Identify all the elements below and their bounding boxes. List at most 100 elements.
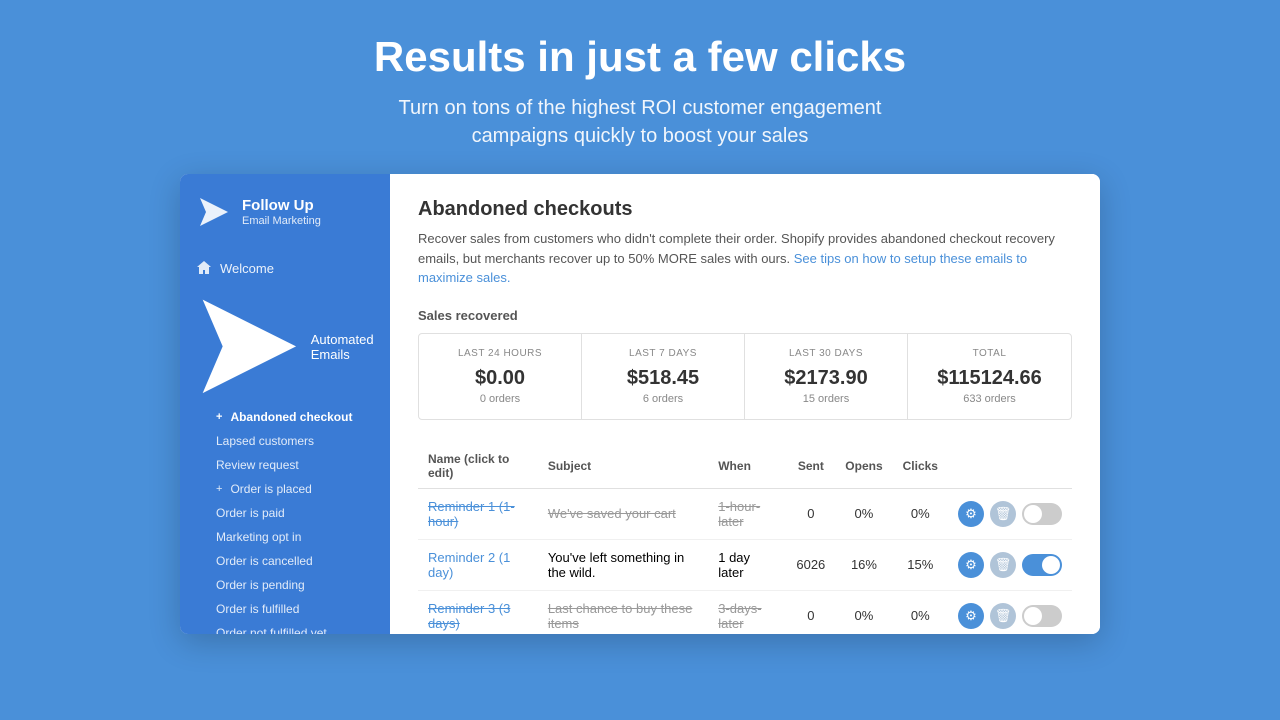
action-buttons-1: ⚙ 🗑: [958, 501, 1062, 527]
stat-value-30d: $2173.90: [761, 367, 891, 390]
delete-button-1[interactable]: 🗑: [990, 501, 1016, 527]
col-header-actions: [948, 444, 1072, 489]
stat-period-7d: LAST 7 DAYS: [598, 348, 728, 359]
settings-button-3[interactable]: ⚙: [958, 603, 984, 629]
sidebar-item-abandoned-checkout[interactable]: + Abandoned checkout: [180, 405, 390, 429]
email-name-cell-2: Reminder 2 (1 day): [418, 539, 538, 590]
main-content: Abandoned checkouts Recover sales from c…: [390, 174, 1100, 634]
hero-title: Results in just a few clicks: [374, 32, 906, 82]
clicks-3: 0%: [893, 590, 948, 634]
col-header-clicks: Clicks: [893, 444, 948, 489]
stat-value-total: $115124.66: [924, 367, 1055, 390]
toggle-2[interactable]: [1022, 554, 1062, 576]
logo-name: Follow Up: [242, 197, 321, 215]
logo-text: Follow Up Email Marketing: [242, 197, 321, 228]
stat-period-24h: LAST 24 HOURS: [435, 348, 565, 359]
settings-button-1[interactable]: ⚙: [958, 501, 984, 527]
email-name-cell: Reminder 1 (1-hour): [418, 488, 538, 539]
sidebar: Follow Up Email Marketing Welcome Automa…: [180, 174, 390, 634]
sidebar-item-order-is-pending[interactable]: Order is pending: [180, 573, 390, 597]
plus-icon: +: [216, 411, 222, 423]
table-row: Reminder 1 (1-hour) We've saved your car…: [418, 488, 1072, 539]
stat-period-total: TOTAL: [924, 348, 1055, 359]
settings-button-2[interactable]: ⚙: [958, 552, 984, 578]
stat-orders-7d: 6 orders: [598, 393, 728, 405]
sidebar-item-welcome[interactable]: Welcome: [180, 252, 390, 284]
row-actions-3: ⚙ 🗑: [948, 590, 1072, 634]
opens-3: 0%: [835, 590, 892, 634]
sidebar-logo: Follow Up Email Marketing: [180, 174, 390, 248]
plus-icon-2: +: [216, 483, 222, 495]
when-text-3: 3-days-later: [718, 601, 761, 631]
table-row: Reminder 2 (1 day) You've left something…: [418, 539, 1072, 590]
opens-2: 16%: [835, 539, 892, 590]
subject-text-2: You've left something in the wild.: [548, 550, 684, 580]
sent-count-2: 6026: [786, 539, 835, 590]
opens-1: 0%: [835, 488, 892, 539]
stats-grid: LAST 24 HOURS $0.00 0 orders LAST 7 DAYS…: [418, 333, 1072, 420]
stat-cell-24h: LAST 24 HOURS $0.00 0 orders: [419, 334, 582, 419]
stat-orders-30d: 15 orders: [761, 393, 891, 405]
when-text-2: 1 day later: [718, 550, 750, 580]
sidebar-item-order-is-cancelled[interactable]: Order is cancelled: [180, 549, 390, 573]
stat-cell-7d: LAST 7 DAYS $518.45 6 orders: [582, 334, 745, 419]
automated-emails-label: Automated Emails: [311, 332, 374, 362]
stat-cell-30d: LAST 30 DAYS $2173.90 15 orders: [745, 334, 908, 419]
email-name-link-2[interactable]: Reminder 2 (1 day): [428, 550, 510, 580]
hero-subtitle: Turn on tons of the highest ROI customer…: [374, 94, 906, 150]
stat-orders-total: 633 orders: [924, 393, 1055, 405]
email-when-cell-2: 1 day later: [708, 539, 786, 590]
sales-recovered-label: Sales recovered: [418, 308, 1072, 323]
stat-period-30d: LAST 30 DAYS: [761, 348, 891, 359]
page-description: Recover sales from customers who didn't …: [418, 229, 1072, 288]
table-row: Reminder 3 (3 days) Last chance to buy t…: [418, 590, 1072, 634]
sidebar-item-marketing-opt-in[interactable]: Marketing opt in: [180, 525, 390, 549]
sidebar-navigation: Welcome Automated Emails + Abandoned che…: [180, 248, 390, 634]
toggle-1[interactable]: [1022, 503, 1062, 525]
sidebar-item-review-request[interactable]: Review request: [180, 453, 390, 477]
home-icon: [196, 260, 212, 276]
app-window: Follow Up Email Marketing Welcome Automa…: [180, 174, 1100, 634]
sidebar-item-lapsed-customers[interactable]: Lapsed customers: [180, 429, 390, 453]
email-name-cell-3: Reminder 3 (3 days): [418, 590, 538, 634]
logo-icon: [196, 194, 232, 230]
clicks-2: 15%: [893, 539, 948, 590]
row-actions-1: ⚙ 🗑: [948, 488, 1072, 539]
welcome-label: Welcome: [220, 261, 274, 276]
logo-sub: Email Marketing: [242, 215, 321, 228]
delete-button-2[interactable]: 🗑: [990, 552, 1016, 578]
stat-value-7d: $518.45: [598, 367, 728, 390]
sidebar-item-order-is-placed[interactable]: + Order is placed: [180, 477, 390, 501]
stat-orders-24h: 0 orders: [435, 393, 565, 405]
col-header-opens: Opens: [835, 444, 892, 489]
action-buttons-3: ⚙ 🗑: [958, 603, 1062, 629]
email-when-cell-1: 1-hour-later: [708, 488, 786, 539]
email-name-link-1[interactable]: Reminder 1 (1-hour): [428, 499, 515, 529]
row-actions-2: ⚙ 🗑: [948, 539, 1072, 590]
action-buttons-2: ⚙ 🗑: [958, 552, 1062, 578]
sidebar-item-order-not-fulfilled[interactable]: Order not fulfilled yet: [180, 621, 390, 634]
col-header-subject: Subject: [538, 444, 708, 489]
email-when-cell-3: 3-days-later: [708, 590, 786, 634]
stat-value-24h: $0.00: [435, 367, 565, 390]
col-header-when: When: [708, 444, 786, 489]
page-title: Abandoned checkouts: [418, 198, 1072, 221]
email-subject-cell-2: You've left something in the wild.: [538, 539, 708, 590]
delete-button-3[interactable]: 🗑: [990, 603, 1016, 629]
sent-count-1: 0: [786, 488, 835, 539]
when-text-1: 1-hour-later: [718, 499, 760, 529]
subject-text-3: Last chance to buy these items: [548, 601, 693, 631]
col-header-name: Name (click to edit): [418, 444, 538, 489]
hero-section: Results in just a few clicks Turn on ton…: [354, 0, 926, 174]
email-name-link-3[interactable]: Reminder 3 (3 days): [428, 601, 510, 631]
sent-count-3: 0: [786, 590, 835, 634]
sidebar-item-order-is-fulfilled[interactable]: Order is fulfilled: [180, 597, 390, 621]
toggle-3[interactable]: [1022, 605, 1062, 627]
sidebar-section-automated-emails[interactable]: Automated Emails: [180, 284, 390, 405]
clicks-1: 0%: [893, 488, 948, 539]
stat-cell-total: TOTAL $115124.66 633 orders: [908, 334, 1071, 419]
subject-text-1: We've saved your cart: [548, 506, 676, 521]
email-table: Name (click to edit) Subject When Sent O…: [418, 444, 1072, 635]
email-subject-cell-1: We've saved your cart: [538, 488, 708, 539]
sidebar-item-order-is-paid[interactable]: Order is paid: [180, 501, 390, 525]
